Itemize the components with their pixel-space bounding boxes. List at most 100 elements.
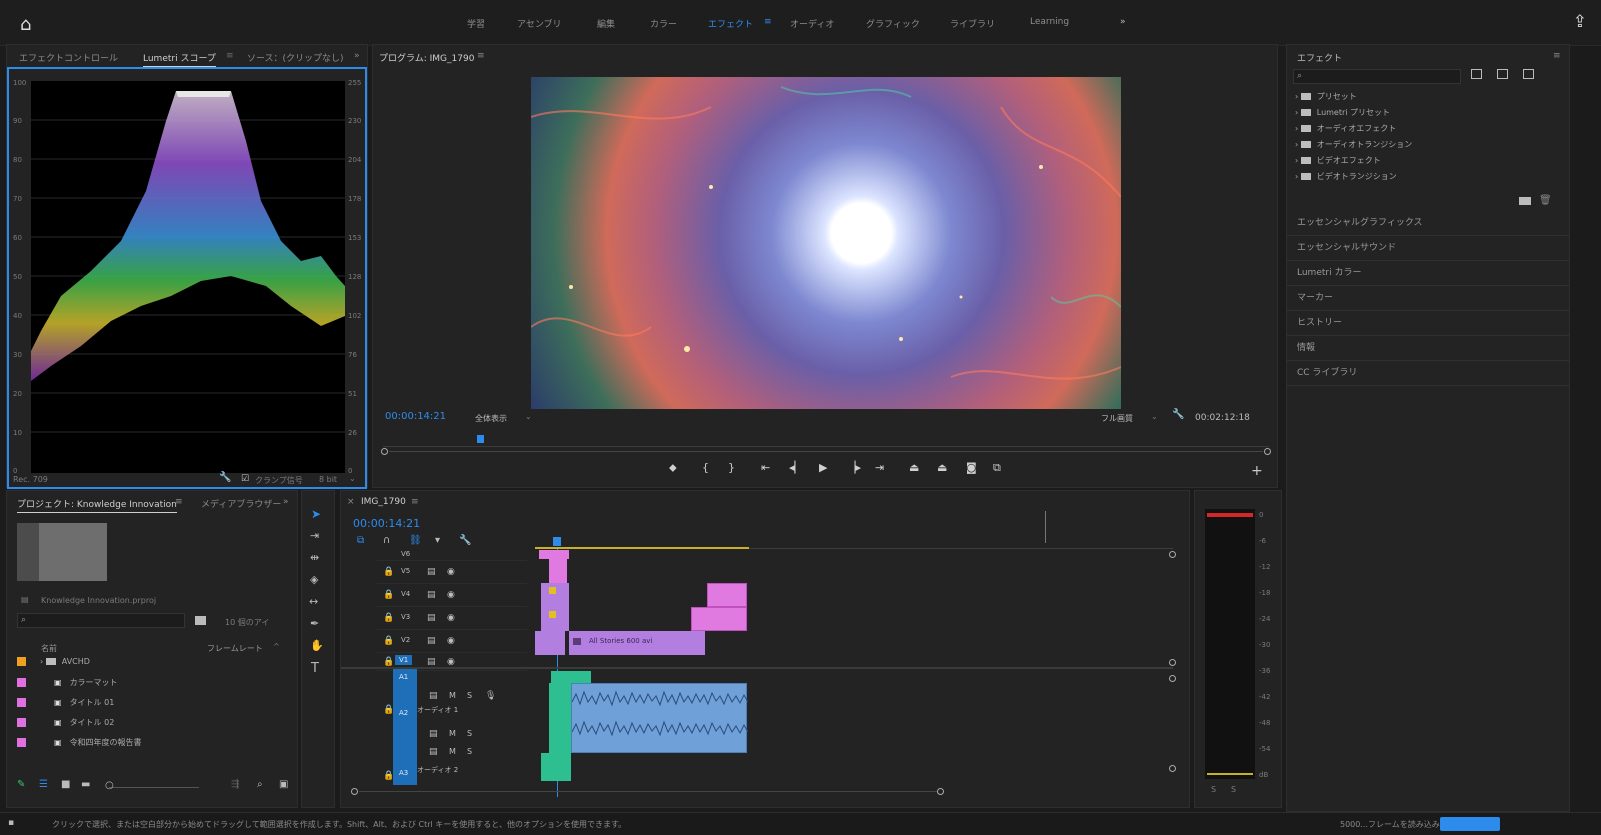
solo-left-button[interactable]: S [1211, 785, 1216, 794]
effects-search-input[interactable]: ⌕ [1293, 69, 1461, 84]
sync-lock-icon[interactable]: ▤ [429, 691, 438, 701]
list-item[interactable]: ▣ 令和四年度の報告書 [17, 737, 279, 757]
slip-tool-icon[interactable]: ↔ [309, 595, 318, 608]
section-info[interactable]: 情報 [1287, 336, 1569, 361]
wrench-icon[interactable]: 🔧 [459, 535, 471, 546]
list-item[interactable]: › AVCHD [17, 657, 279, 677]
accelerated-effects-icon[interactable] [1471, 69, 1482, 79]
tab-menu-icon[interactable]: ≡ [226, 51, 234, 61]
snap-icon[interactable]: ∩ [383, 535, 390, 546]
wrench-icon[interactable]: 🔧 [1172, 409, 1184, 420]
timeline-playhead[interactable] [553, 537, 561, 546]
eye-icon[interactable]: ◉ [447, 636, 455, 646]
track-select-tool-icon[interactable]: ⇥ [310, 529, 319, 542]
timeline-ruler[interactable] [535, 511, 1173, 549]
playhead[interactable] [477, 435, 484, 443]
sync-lock-icon[interactable]: ▤ [427, 613, 436, 623]
pen-tool-icon[interactable]: ✒ [310, 617, 319, 630]
workspace-tab-assembly[interactable]: アセンブリ [517, 17, 562, 30]
timeline-timecode[interactable]: 00:00:14:21 [353, 517, 420, 530]
lift-icon[interactable]: ⏏ [909, 461, 919, 474]
solo-button[interactable]: S [467, 729, 472, 738]
razor-tool-icon[interactable]: ◈ [310, 573, 318, 586]
lock-icon[interactable]: 🔒 [383, 636, 394, 646]
workspace-tab-graphics[interactable]: グラフィック [866, 17, 920, 30]
workspace-tab-color[interactable]: カラー [650, 17, 677, 30]
section-cc-libraries[interactable]: CC ライブラリ [1287, 361, 1569, 386]
bin-icon[interactable] [195, 616, 206, 625]
32bit-effects-icon[interactable] [1497, 69, 1508, 79]
section-lumetri-color[interactable]: Lumetri カラー [1287, 261, 1569, 286]
tab-effect-controls[interactable]: エフェクトコントロール [19, 51, 118, 64]
sequence-tab[interactable]: IMG_1790 [361, 497, 406, 509]
solo-right-button[interactable]: S [1231, 785, 1236, 794]
track-header-v5[interactable]: 🔒 V5 ▤ ◉ [377, 561, 527, 584]
timeline-clip[interactable] [541, 583, 569, 631]
lock-icon[interactable]: 🔒 [383, 567, 394, 577]
eye-icon[interactable]: ◉ [447, 657, 455, 667]
voice-over-icon[interactable]: 🎙 [485, 691, 496, 701]
audio-source-patch[interactable]: A1 A2 A3 [393, 669, 417, 785]
program-video-frame[interactable] [530, 77, 1122, 409]
workspace-tab-effects[interactable]: エフェクト [708, 17, 753, 30]
tab-media-browser[interactable]: メディアブラウザー [201, 497, 281, 510]
sync-lock-icon[interactable]: ▤ [427, 567, 436, 577]
workspace-tab-libraries[interactable]: ライブラリ [950, 17, 995, 30]
chevron-down-icon[interactable]: ⌄ [1151, 412, 1158, 421]
list-item[interactable]: ▣ タイトル 01 [17, 697, 279, 717]
selection-tool-icon[interactable]: ➤ [311, 507, 321, 521]
tree-item[interactable]: › ビデオエフェクト [1295, 155, 1555, 171]
zoom-slider-handle[interactable]: ○ [105, 780, 114, 791]
list-view-icon[interactable]: ☰ [39, 779, 48, 790]
add-marker-icon[interactable]: ▾ [435, 535, 440, 546]
tree-item[interactable]: › オーディオトランジション [1295, 139, 1555, 155]
track-header-v4[interactable]: 🔒 V4 ▤ ◉ [377, 584, 527, 607]
mark-in-icon[interactable]: { [702, 461, 709, 474]
project-search-input[interactable]: ⌕ [17, 613, 185, 628]
timeline-clip[interactable] [549, 683, 571, 753]
section-essential-graphics[interactable]: エッセンシャルグラフィックス [1287, 211, 1569, 236]
timeline-clip[interactable]: All Stories 600 avi [569, 631, 705, 655]
clamp-checkbox[interactable]: ☑ [241, 474, 249, 484]
tab-lumetri-scopes[interactable]: Lumetri スコープ [143, 51, 216, 67]
track-header-v2[interactable]: 🔒 V2 ▤ ◉ [377, 630, 527, 653]
quality-select[interactable]: フル画質 [1101, 413, 1133, 424]
program-title[interactable]: プログラム: IMG_1790 [379, 51, 474, 66]
yuv-effects-icon[interactable] [1523, 69, 1534, 79]
work-area-bar[interactable] [535, 547, 749, 549]
lock-icon[interactable]: 🔒 [383, 771, 394, 781]
sync-lock-icon[interactable]: ▤ [427, 657, 436, 667]
bit-depth-select[interactable]: 8 bit [319, 475, 337, 484]
lock-icon[interactable]: 🔒 [383, 705, 394, 715]
sync-lock-icon[interactable]: ▤ [429, 729, 438, 739]
hand-tool-icon[interactable]: ✋ [310, 639, 324, 652]
peak-indicator[interactable] [1207, 513, 1253, 517]
lock-icon[interactable]: 🔒 [383, 657, 394, 667]
timeline-clip[interactable] [707, 583, 747, 607]
timeline-clip[interactable] [549, 559, 567, 583]
workspace-tab-audio[interactable]: オーディオ [790, 17, 834, 30]
workspace-tab-learning[interactable]: Learning [1030, 17, 1069, 27]
new-bin-icon[interactable] [1519, 197, 1531, 205]
list-item[interactable]: ▣ タイトル 02 [17, 717, 279, 737]
sort-up-icon[interactable]: ^ [273, 642, 280, 651]
column-name[interactable]: 名前 [41, 643, 57, 654]
timeline-clip[interactable] [541, 753, 571, 781]
add-marker-icon[interactable]: ⬥ [669, 461, 677, 475]
sync-lock-icon[interactable]: ▤ [427, 636, 436, 646]
workspace-tab-learn[interactable]: 学習 [467, 17, 485, 30]
export-frame-icon[interactable]: ◙ [966, 461, 977, 474]
zoom-scrollbar[interactable] [381, 443, 1271, 455]
compare-view-icon[interactable]: ⧉ [993, 461, 1001, 475]
program-timecode[interactable]: 00:00:14:21 [385, 411, 446, 422]
linked-selection-icon[interactable]: ⛓ [409, 535, 422, 546]
step-back-icon[interactable]: ◂▏ [789, 461, 803, 474]
mute-button[interactable]: M [449, 729, 456, 738]
chevron-down-icon[interactable]: ⌄ [525, 412, 532, 421]
delete-icon[interactable]: 🗑 [1539, 195, 1552, 206]
icon-view-icon[interactable]: ■ [61, 779, 70, 790]
mute-button[interactable]: M [449, 691, 456, 700]
ripple-edit-tool-icon[interactable]: ⇹ [310, 551, 319, 564]
column-framerate[interactable]: フレームレート [207, 643, 263, 654]
chevron-down-icon[interactable]: ⌄ [349, 474, 356, 483]
